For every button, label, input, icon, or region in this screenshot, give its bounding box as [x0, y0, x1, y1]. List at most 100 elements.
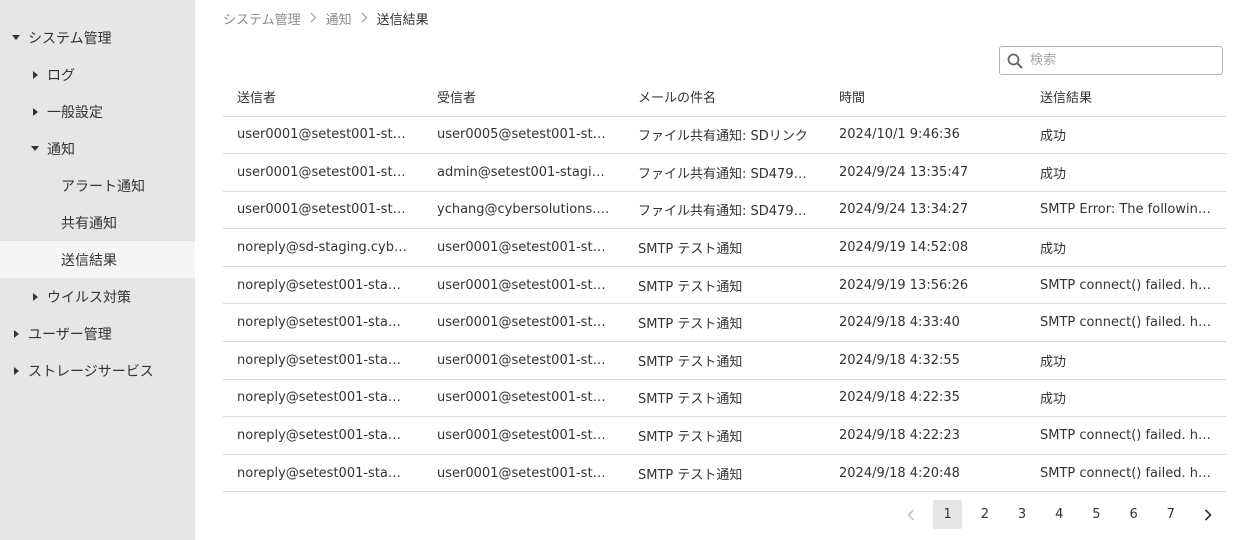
caret-down-icon	[12, 35, 20, 40]
cell-subject: SMTP テスト通知	[624, 379, 825, 418]
sidebar-item-label: ウイルス対策	[47, 289, 131, 306]
sidebar-item-send-results[interactable]: 送信結果	[0, 241, 195, 278]
cell-subject: SMTP テスト通知	[624, 341, 825, 380]
cell-recipient: ychang@cybersolutions.co.jp	[423, 191, 624, 230]
breadcrumb: システム管理 通知 送信結果	[223, 9, 429, 28]
table-row[interactable]: noreply@setest001-staging.cybersolutions…	[223, 303, 1226, 343]
cell-result: 成功	[1026, 379, 1226, 418]
sidebar-item-user-admin[interactable]: ユーザー管理	[0, 315, 195, 352]
caret-right-icon	[14, 329, 19, 338]
page-button-2[interactable]: 2	[970, 500, 999, 529]
chevron-right-icon	[361, 12, 368, 26]
cell-recipient: user0001@setest001-staging.cybersolution…	[423, 228, 624, 267]
sidebar-item-label: ログ	[47, 67, 75, 84]
sidebar-item-label: 通知	[47, 141, 75, 158]
column-header-sender[interactable]: 送信者	[223, 78, 423, 117]
sidebar-item-log[interactable]: ログ	[0, 56, 195, 93]
cell-time: 2024/9/19 14:52:08	[825, 228, 1026, 267]
sidebar-item-label: ユーザー管理	[28, 326, 112, 343]
cell-sender: noreply@setest001-staging.cybersolutions…	[223, 303, 423, 343]
cell-time: 2024/9/19 13:56:26	[825, 266, 1026, 305]
cell-recipient: user0001@setest001-staging.cybersolution…	[423, 416, 624, 455]
chevron-left-icon	[906, 508, 914, 521]
cell-sender: noreply@setest001-staging.cybersolutions…	[223, 379, 423, 418]
main-content: システム管理 通知 送信結果 検索 送信者 受信者 メールの件名 時間 送信結果…	[195, 0, 1238, 540]
cell-subject: ファイル共有通知: SDリンク	[624, 116, 825, 155]
cell-time: 2024/9/24 13:35:47	[825, 153, 1026, 192]
sidebar-item-label: ストレージサービス	[28, 363, 154, 380]
caret-right-icon	[14, 366, 19, 375]
column-header-result[interactable]: 送信結果	[1026, 78, 1226, 117]
sidebar-item-label: 一般設定	[47, 104, 103, 121]
cell-recipient: user0001@setest001-staging.cybersolution…	[423, 341, 624, 380]
cell-result: SMTP connect() failed. https://github.co…	[1026, 303, 1226, 343]
results-table: 送信者 受信者 メールの件名 時間 送信結果 user0001@setest00…	[223, 78, 1226, 493]
search-icon	[1000, 47, 1030, 74]
table-header-row: 送信者 受信者 メールの件名 時間 送信結果	[223, 78, 1226, 117]
page-button-4[interactable]: 4	[1045, 500, 1074, 529]
cell-sender: noreply@setest001-staging.cybersolutions…	[223, 416, 423, 455]
cell-time: 2024/9/18 4:22:35	[825, 379, 1026, 418]
cell-time: 2024/9/18 4:32:55	[825, 341, 1026, 380]
cell-time: 2024/9/18 4:33:40	[825, 303, 1026, 343]
sidebar-item-storage-service[interactable]: ストレージサービス	[0, 352, 195, 389]
sidebar-item-notification[interactable]: 通知	[0, 130, 195, 167]
breadcrumb-item-system-admin[interactable]: システム管理	[223, 9, 301, 28]
breadcrumb-item-current: 送信結果	[376, 13, 429, 28]
page-button-6[interactable]: 6	[1119, 500, 1148, 529]
column-header-time[interactable]: 時間	[825, 78, 1026, 117]
cell-result: SMTP connect() failed. https://github.co…	[1026, 266, 1226, 305]
sidebar-item-general-settings[interactable]: 一般設定	[0, 93, 195, 130]
cell-recipient: user0001@setest001-staging.cybersolution…	[423, 303, 624, 343]
cell-result: 成功	[1026, 153, 1226, 192]
cell-recipient: user0001@setest001-staging.cybersolution…	[423, 379, 624, 418]
cell-subject: SMTP テスト通知	[624, 228, 825, 267]
sidebar: システム管理 ログ 一般設定 通知 アラート通知 共有通知 送信結果 ウイルス対…	[0, 0, 195, 540]
table-row[interactable]: noreply@setest001-staging.cybersolutions…	[223, 379, 1226, 418]
search-box	[999, 46, 1223, 75]
cell-sender: noreply@sd-staging.cybersolutions.co.jp	[223, 228, 423, 267]
column-header-recipient[interactable]: 受信者	[423, 78, 624, 117]
column-header-subject[interactable]: メールの件名	[624, 78, 825, 117]
search-input[interactable]	[1030, 48, 1222, 73]
sidebar-item-label: 共有通知	[61, 215, 117, 232]
cell-recipient: user0001@setest001-staging.cybersolution…	[423, 454, 624, 493]
cell-recipient: admin@setest001-staging.cybersolutions.c…	[423, 153, 624, 192]
table-row[interactable]: user0001@setest001-staging.cybersolution…	[223, 191, 1226, 230]
chevron-right-icon	[1204, 508, 1212, 521]
chevron-right-icon	[310, 12, 317, 26]
prev-page-button[interactable]	[896, 500, 925, 529]
cell-sender: noreply@setest001-staging.cybersolutions…	[223, 266, 423, 305]
page-button-1[interactable]: 1	[933, 500, 963, 529]
next-page-button[interactable]	[1194, 500, 1223, 529]
sidebar-item-system-admin[interactable]: システム管理	[0, 19, 195, 56]
table-row[interactable]: user0001@setest001-staging.cybersolution…	[223, 153, 1226, 192]
cell-sender: user0001@setest001-staging.cybersolution…	[223, 191, 423, 230]
page-button-3[interactable]: 3	[1008, 500, 1037, 529]
pagination: 1 2 3 4 5 6 7	[896, 500, 1231, 529]
table-row[interactable]: noreply@setest001-staging.cybersolutions…	[223, 266, 1226, 305]
page-button-7[interactable]: 7	[1156, 500, 1185, 529]
table-row[interactable]: noreply@setest001-staging.cybersolutions…	[223, 341, 1226, 380]
sidebar-item-alert-notification[interactable]: アラート通知	[0, 167, 195, 204]
table-row[interactable]: noreply@setest001-staging.cybersolutions…	[223, 416, 1226, 455]
sidebar-item-label: システム管理	[28, 30, 112, 47]
page-button-5[interactable]: 5	[1082, 500, 1111, 529]
cell-sender: noreply@setest001-staging.cybersolutions…	[223, 454, 423, 493]
cell-time: 2024/10/1 9:46:36	[825, 116, 1026, 155]
table-row[interactable]: noreply@setest001-staging.cybersolutions…	[223, 454, 1226, 493]
table-row[interactable]: noreply@sd-staging.cybersolutions.co.jp …	[223, 228, 1226, 267]
cell-subject: ファイル共有通知: SD479リンク	[624, 153, 825, 192]
cell-sender: noreply@setest001-staging.cybersolutions…	[223, 341, 423, 380]
cell-result: SMTP connect() failed. https://github.co…	[1026, 454, 1226, 493]
cell-time: 2024/9/18 4:20:48	[825, 454, 1026, 493]
cell-subject: SMTP テスト通知	[624, 303, 825, 343]
caret-right-icon	[33, 292, 38, 301]
breadcrumb-item-notification[interactable]: 通知	[326, 9, 352, 28]
table-row[interactable]: user0001@setest001-staging.cybersolution…	[223, 116, 1226, 155]
sidebar-item-share-notification[interactable]: 共有通知	[0, 204, 195, 241]
cell-time: 2024/9/18 4:22:23	[825, 416, 1026, 455]
cell-subject: SMTP テスト通知	[624, 416, 825, 455]
sidebar-item-antivirus[interactable]: ウイルス対策	[0, 278, 195, 315]
caret-down-icon	[31, 146, 39, 151]
